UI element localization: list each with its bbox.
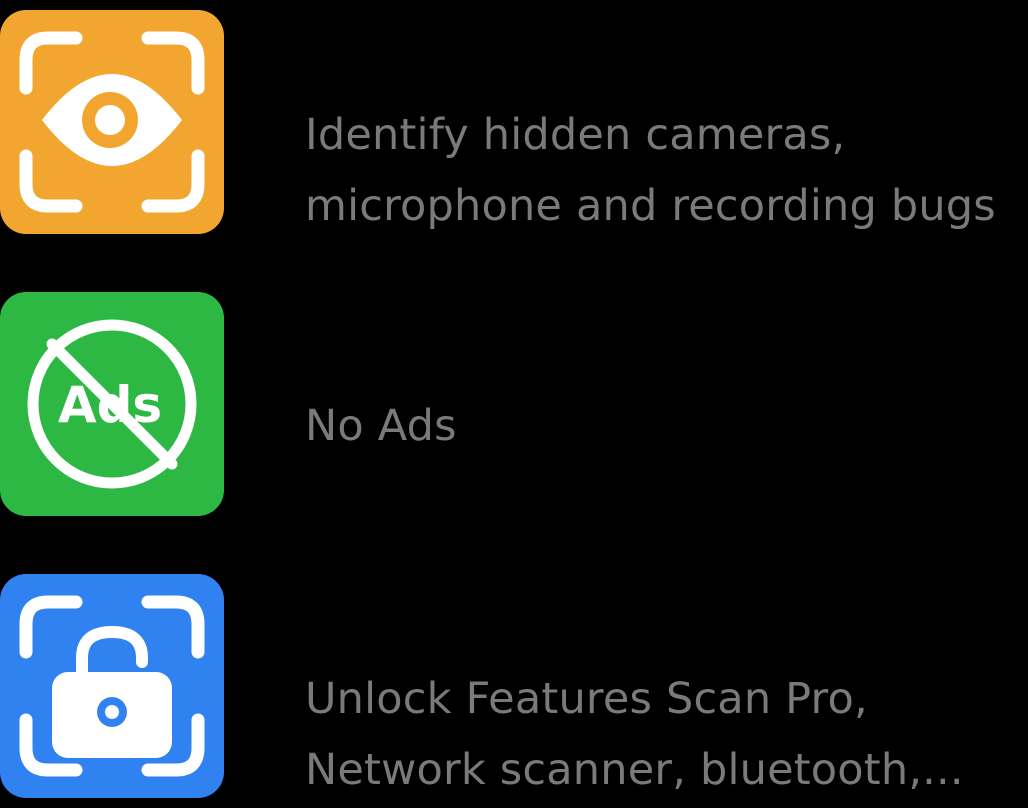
feature-text-line: No Ads — [305, 401, 457, 451]
feature-item-no-ads: Ads No Ads — [0, 292, 1028, 516]
feature-text-line: microphone and recording bugs — [305, 181, 996, 231]
feature-item-unlock-features: Unlock Features Scan Pro, Network scanne… — [0, 574, 1028, 798]
feature-item-detect-devices: Identify hidden cameras, microphone and … — [0, 10, 1028, 234]
feature-description: Identify hidden cameras, microphone and … — [305, 100, 996, 242]
feature-text-line: Network scanner, bluetooth,... — [305, 745, 964, 795]
unlock-scan-icon — [0, 574, 224, 798]
feature-text-line: Identify hidden cameras, — [305, 110, 846, 160]
feature-description: Unlock Features Scan Pro, Network scanne… — [305, 664, 964, 806]
feature-text-line: Unlock Features Scan Pro, — [305, 674, 868, 724]
no-ads-icon: Ads — [0, 292, 224, 516]
eye-scan-icon — [0, 10, 224, 234]
feature-description: No Ads — [305, 391, 457, 462]
